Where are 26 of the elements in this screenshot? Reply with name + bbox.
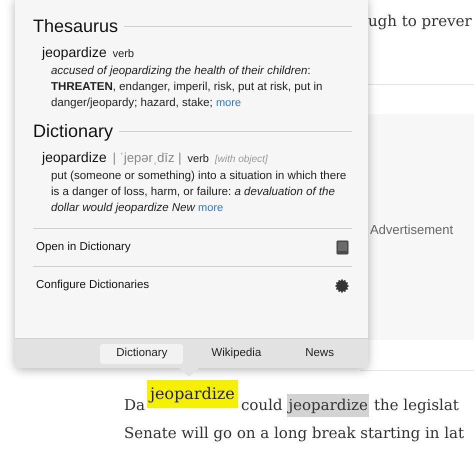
section-heading: Dictionary xyxy=(33,120,114,143)
menu-item[interactable]: Open in Dictionary xyxy=(36,238,131,256)
pronunciation: | ˈjepərˌdīz | xyxy=(112,149,182,167)
headword: jeopardize xyxy=(42,148,107,167)
section-heading: Thesaurus xyxy=(33,15,118,38)
advertisement-label: Advertisement xyxy=(370,221,454,239)
source-tab[interactable]: News xyxy=(289,344,350,364)
highlighted-word: jeopardize xyxy=(287,394,369,416)
more-link[interactable]: more xyxy=(198,202,224,214)
part-of-speech: verb xyxy=(188,152,209,167)
more-link[interactable]: more xyxy=(216,97,242,109)
article-text: ugh to prever xyxy=(368,11,473,32)
article-text: Senate will go on a long break starting in lat xyxy=(124,422,464,444)
article-text: the legislat xyxy=(374,395,459,416)
definition-text: put (someone or something) into a situation in which there is a danger of loss, harm, or failure: a devaluation of the dollar would jeopardize New more xyxy=(50,169,348,216)
gear-icon xyxy=(335,278,349,292)
headword: jeopardize xyxy=(42,43,107,62)
source-tab[interactable]: Wikipedia xyxy=(195,344,278,364)
part-of-speech: verb xyxy=(112,47,134,62)
article-text: could xyxy=(240,395,282,416)
menu-item[interactable]: Configure Dictionaries xyxy=(36,276,150,294)
source-tab[interactable]: Dictionary xyxy=(100,344,184,364)
grammar-note: [with object] xyxy=(214,153,268,167)
lookup-word-label: jeopardize xyxy=(147,380,238,408)
definition-text: accused of jeopardizing the health of their children: THREATEN, endanger, imperil, risk, put at risk, put in danger/jeopardy; hazard, stake; more xyxy=(50,64,324,111)
article-text: Da xyxy=(124,395,145,416)
